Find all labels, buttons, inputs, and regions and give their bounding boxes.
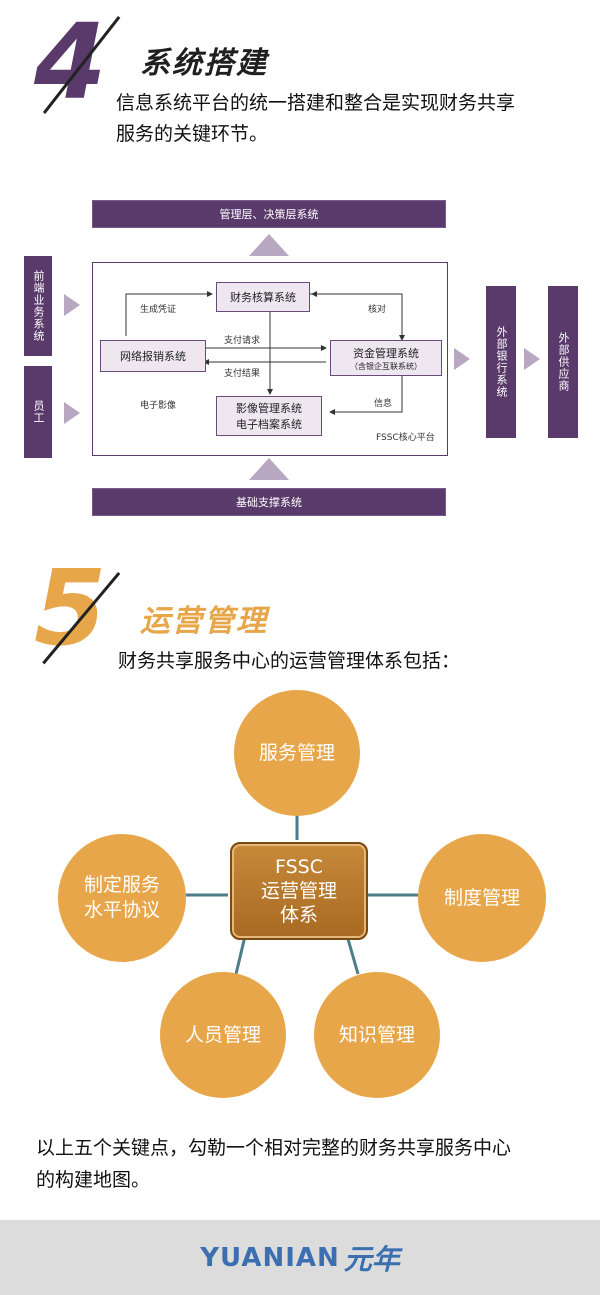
section-4-intro-line-1: 信息系统平台的统一搭建和整合是实现财务共享 xyxy=(116,92,516,114)
circle-knowledge-management: 知识管理 xyxy=(314,972,440,1098)
right-bar-external-bank: 外部银行系统 xyxy=(486,286,516,438)
label-info: 信息 xyxy=(374,399,393,409)
section-5-intro: 财务共享服务中心的运营管理体系包括： xyxy=(118,650,461,672)
brand-logo-cn: 元年 xyxy=(343,1242,400,1276)
arrow-right-bank xyxy=(454,348,470,370)
node-reimbursement-system: 网络报销系统 xyxy=(100,340,206,372)
closing-line-2: 的构建地图。 xyxy=(36,1169,151,1191)
circle-service-management: 服务管理 xyxy=(234,690,360,816)
label-electronic-image: 电子影像 xyxy=(140,401,177,411)
section-4-title: 系统搭建 xyxy=(140,46,268,81)
arrow-right-supplier xyxy=(524,348,540,370)
label-payment-result: 支付结果 xyxy=(224,369,261,379)
section-4-intro-line-2: 服务的关键环节。 xyxy=(116,123,269,145)
section-5-number: 5 xyxy=(34,547,107,669)
node-image-line-1: 影像管理系统 xyxy=(236,402,302,415)
label-reconcile: 核对 xyxy=(368,305,387,315)
bottom-bar-infrastructure: 基础支撑系统 xyxy=(92,488,446,516)
circle-service-level-agreement: 制定服务 水平协议 xyxy=(58,834,186,962)
right-bar-external-supplier: 外部供应商 xyxy=(548,286,578,438)
arrow-up-bottom xyxy=(249,458,289,480)
node-image-archive-system: 影像管理系统 电子档案系统 xyxy=(216,396,322,436)
circle-policy-management: 制度管理 xyxy=(418,834,546,962)
brand-logo-en: YUANIAN xyxy=(200,1242,340,1273)
center-line-3: 体系 xyxy=(279,904,318,926)
closing-text: 以上五个关键点，勾勒一个相对完整的财务共享服务中心 的构建地图。 xyxy=(36,1132,596,1196)
label-generate-voucher: 生成凭证 xyxy=(140,305,177,315)
system-architecture-diagram: 管理层、决策层系统 前端业务系统 员工 财务核算系统 网络报销系统 资金管理系统… xyxy=(0,190,600,530)
node-image-line-2: 电子档案系统 xyxy=(236,418,302,431)
section-4-number: 4 xyxy=(34,1,107,123)
center-line-2: 运营管理 xyxy=(260,880,337,902)
node-funds-title: 资金管理系统 xyxy=(353,346,419,360)
circle-sla-line-1: 制定服务 xyxy=(83,874,160,896)
node-accounting-system: 财务核算系统 xyxy=(216,282,310,312)
node-funds-management-system: 资金管理系统 （含银企互联系统） xyxy=(330,340,442,376)
label-fssc-core-platform: FSSC核心平台 xyxy=(376,433,435,443)
circle-personnel-management: 人员管理 xyxy=(160,972,286,1098)
node-funds-subtitle: （含银企互联系统） xyxy=(350,361,422,371)
circle-sla-line-2: 水平协议 xyxy=(83,899,160,921)
center-line-1: FSSC xyxy=(275,856,323,878)
label-payment-request: 支付请求 xyxy=(224,336,261,346)
closing-line-1: 以上五个关键点，勾勒一个相对完整的财务共享服务中心 xyxy=(36,1137,512,1159)
section-4-intro: 信息系统平台的统一搭建和整合是实现财务共享 服务的关键环节。 xyxy=(116,88,596,150)
fssc-operations-center: FSSC 运营管理 体系 xyxy=(230,842,368,940)
footer-brand-bar: YUANIAN 元年 xyxy=(0,1220,600,1295)
section-5-title: 运营管理 xyxy=(140,604,268,639)
